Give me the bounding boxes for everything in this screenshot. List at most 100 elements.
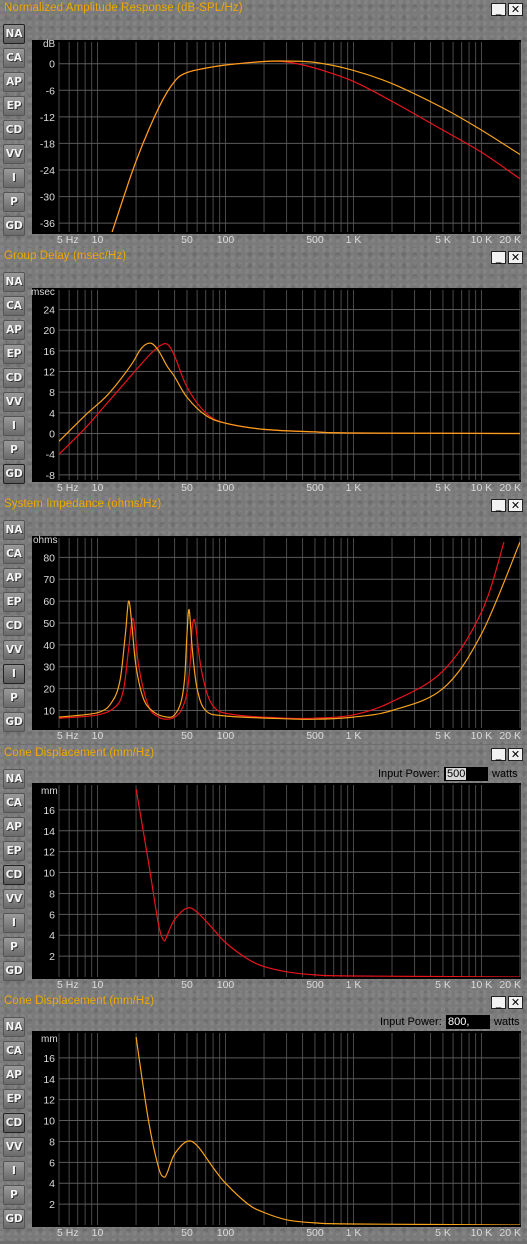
plot-svg: 0 -6 -12 -18 -24 -30 -36 dB 5 Hz 10 50 100 500 1 K 5 K…	[32, 39, 521, 246]
x-tick-label: 500	[306, 234, 324, 246]
x-tick-label: 10	[92, 482, 104, 494]
graph-panel: System Impedance (ohms/Hz) _ ✕ NA CA AP EP CD VV…	[0, 496, 527, 744]
x-tick-label: 5 Hz	[57, 482, 79, 494]
graph-panel: Normalized Amplitude Response (dB-SPL/Hz…	[0, 0, 527, 248]
x-tick-label: 50	[181, 979, 193, 991]
y-tick-label: -6	[46, 85, 55, 97]
y-tick-label: 8	[49, 1136, 55, 1148]
plot-svg: 16 14 12 10 8 6 4 2 mm 5 Hz 10 50 100 500 1 K 5 K 10 K 20…	[32, 783, 521, 991]
y-tick-label: 24	[43, 305, 55, 317]
y-tick-label: 20	[43, 325, 55, 337]
y-tick-label: -4	[46, 449, 55, 461]
plot-area	[32, 288, 521, 482]
x-tick-label: 100	[217, 730, 235, 742]
x-tick-label: 20 K	[499, 234, 521, 246]
y-tick-label: 14	[43, 1074, 55, 1086]
x-tick-label: 20 K	[499, 1227, 521, 1239]
y-unit-label: mm	[41, 786, 58, 797]
x-tick-label: 5 K	[435, 482, 451, 494]
y-tick-label: 0	[49, 429, 55, 441]
x-tick-label: 10 K	[471, 1227, 493, 1239]
y-tick-label: 80	[43, 552, 55, 564]
y-tick-label: -30	[40, 192, 55, 204]
plot-svg: 80 70 60 50 40 30 20 10 ohms 5 Hz 10 50 100 500 1 K 5 K…	[32, 535, 521, 742]
y-tick-label: 2	[49, 951, 55, 963]
y-tick-label: 4	[49, 408, 55, 420]
y-tick-label: 70	[43, 574, 55, 586]
x-tick-label: 10	[92, 979, 104, 991]
y-unit-label: mm	[41, 1034, 58, 1045]
x-tick-label: 50	[181, 730, 193, 742]
y-unit-label: dB	[43, 39, 56, 50]
y-tick-label: 50	[43, 618, 55, 630]
x-tick-label: 10 K	[471, 482, 493, 494]
y-tick-label: 0	[49, 59, 55, 71]
plot-area	[32, 40, 521, 234]
y-tick-label: 4	[49, 1178, 55, 1190]
x-tick-label: 1 K	[346, 482, 362, 494]
x-tick-label: 10 K	[471, 234, 493, 246]
x-tick-label: 5 K	[435, 234, 451, 246]
y-tick-label: -12	[40, 112, 55, 124]
x-tick-label: 10	[92, 234, 104, 246]
x-tick-label: 1 K	[346, 979, 362, 991]
y-tick-label: 8	[49, 888, 55, 900]
x-tick-label: 5 Hz	[57, 1227, 79, 1239]
plot-area	[32, 783, 521, 979]
x-tick-label: 5 Hz	[57, 234, 79, 246]
y-tick-label: 60	[43, 596, 55, 608]
y-tick-label: 6	[49, 1157, 55, 1169]
plot-area	[32, 536, 521, 730]
y-tick-label: 6	[49, 909, 55, 921]
x-tick-label: 100	[217, 979, 235, 991]
y-tick-label: -18	[40, 138, 55, 150]
graph-panel: Group Delay (msec/Hz) _ ✕ NA CA AP EP CD VV I P GD 2…	[0, 248, 527, 496]
y-tick-label: 30	[43, 662, 55, 674]
y-unit-label: msec	[31, 287, 55, 298]
x-tick-label: 10	[92, 1227, 104, 1239]
y-tick-label: -8	[46, 470, 55, 482]
x-tick-label: 10 K	[471, 979, 493, 991]
x-tick-label: 50	[181, 1227, 193, 1239]
y-tick-label: 40	[43, 640, 55, 652]
x-tick-label: 100	[217, 234, 235, 246]
x-tick-label: 20 K	[499, 979, 521, 991]
x-tick-label: 1 K	[346, 234, 362, 246]
y-tick-label: 12	[43, 1095, 55, 1107]
x-tick-label: 5 K	[435, 1227, 451, 1239]
y-tick-label: 2	[49, 1199, 55, 1211]
x-tick-label: 500	[306, 1227, 324, 1239]
y-tick-label: 16	[43, 346, 55, 358]
x-tick-label: 10 K	[471, 730, 493, 742]
y-tick-label: -24	[40, 165, 55, 177]
x-tick-label: 50	[181, 482, 193, 494]
x-tick-label: 5 Hz	[57, 730, 79, 742]
y-tick-label: 10	[43, 1116, 55, 1128]
y-unit-label: ohms	[33, 535, 57, 546]
plot-svg: 16 14 12 10 8 6 4 2 mm 5 Hz 10 50 100 500 1 K 5 K 10 K 20…	[32, 1031, 521, 1239]
x-tick-label: 50	[181, 234, 193, 246]
y-tick-label: 10	[43, 868, 55, 880]
x-tick-label: 20 K	[499, 482, 521, 494]
y-tick-label: 14	[43, 826, 55, 838]
x-tick-label: 500	[306, 482, 324, 494]
x-tick-label: 500	[306, 979, 324, 991]
graph-panel: Cone Displacement (mm/Hz) _ ✕ NA CA AP EP CD VV I…	[0, 745, 527, 993]
x-tick-label: 5 K	[435, 730, 451, 742]
y-tick-label: 10	[43, 705, 55, 717]
plot-area	[32, 1031, 521, 1227]
x-tick-label: 100	[217, 1227, 235, 1239]
y-tick-label: 16	[43, 1053, 55, 1065]
y-tick-label: 12	[43, 367, 55, 379]
x-tick-label: 20 K	[499, 730, 521, 742]
x-tick-label: 1 K	[346, 1227, 362, 1239]
y-tick-label: 4	[49, 930, 55, 942]
y-tick-label: 20	[43, 684, 55, 696]
graph-panel: Cone Displacement (mm/Hz) _ ✕ NA CA AP EP CD VV I…	[0, 993, 527, 1241]
x-tick-label: 500	[306, 730, 324, 742]
x-tick-label: 100	[217, 482, 235, 494]
y-tick-label: 16	[43, 805, 55, 817]
x-tick-label: 5 K	[435, 979, 451, 991]
y-tick-label: -36	[40, 218, 55, 230]
x-tick-label: 10	[92, 730, 104, 742]
